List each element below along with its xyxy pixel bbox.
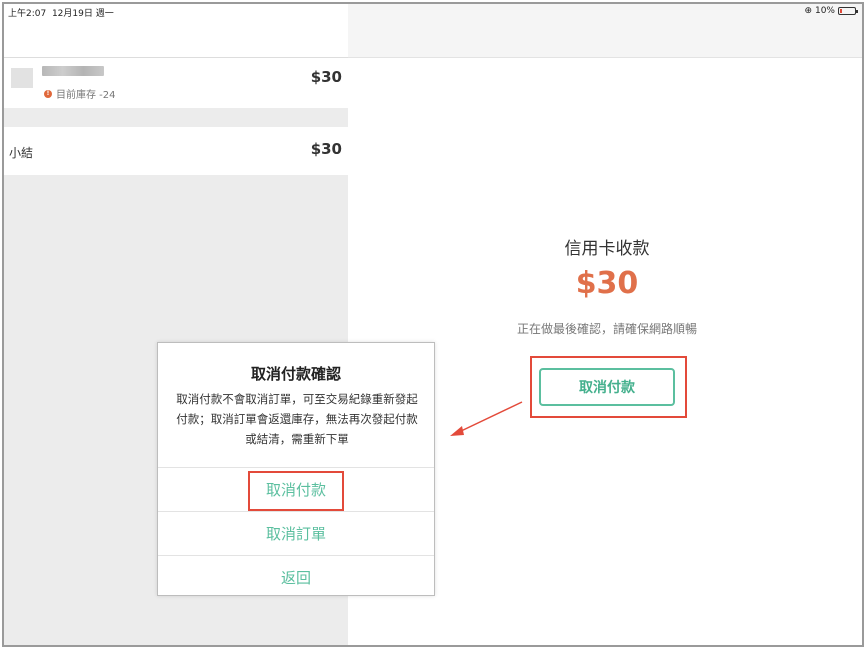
payment-note: 正在做最後確認，請確保網路順暢 [516, 322, 697, 336]
subtotal-row: 小結 $30 [4, 127, 348, 175]
cancel-payment-dialog: 取消付款確認 取消付款不會取消訂單，可至交易紀錄重新發起付款；取消訂單會返還庫存… [157, 342, 435, 596]
dialog-back-option[interactable]: 返回 [158, 555, 434, 599]
dialog-cancel-payment-option[interactable]: 取消付款 [158, 467, 434, 511]
payment-amount: $30 [575, 266, 639, 301]
cancel-payment-button[interactable]: 取消付款 [539, 368, 675, 406]
cart-item-row[interactable]: ! 目前庫存 -24 $30 [4, 58, 348, 108]
ipad-screen: 上午2:07 12月19日 週一 ⊕ 10% ! 目前庫存 -24 $30 小結… [2, 2, 864, 647]
subtotal-label: 小結 [9, 146, 34, 160]
status-time: 上午2:07 12月19日 週一 [8, 6, 114, 19]
product-thumbnail [11, 68, 33, 88]
link-icon: ⊕ [804, 6, 812, 16]
subtotal-value: $30 [310, 140, 342, 158]
status-indicators: ⊕ 10% [804, 6, 858, 16]
dialog-cancel-order-option[interactable]: 取消訂單 [158, 511, 434, 555]
stock-warning-text: 目前庫存 -24 [56, 90, 116, 101]
product-name-redacted [42, 66, 104, 76]
battery-percent: 10% [814, 6, 835, 16]
dialog-message: 取消付款不會取消訂單，可至交易紀錄重新發起付款；取消訂單會返還庫存，無法再次發起… [176, 392, 418, 446]
battery-icon [838, 7, 858, 15]
status-time-text: 上午2:07 [8, 9, 47, 19]
warning-icon: ! [44, 89, 52, 98]
stock-warning: ! 目前庫存 -24 [44, 86, 116, 101]
item-price: $30 [310, 68, 342, 86]
status-date-text: 12月19日 週一 [51, 9, 114, 19]
payment-title: 信用卡收款 [564, 239, 650, 259]
status-bar: 上午2:07 12月19日 週一 ⊕ 10% [4, 4, 862, 19]
dialog-title: 取消付款確認 [250, 365, 341, 383]
